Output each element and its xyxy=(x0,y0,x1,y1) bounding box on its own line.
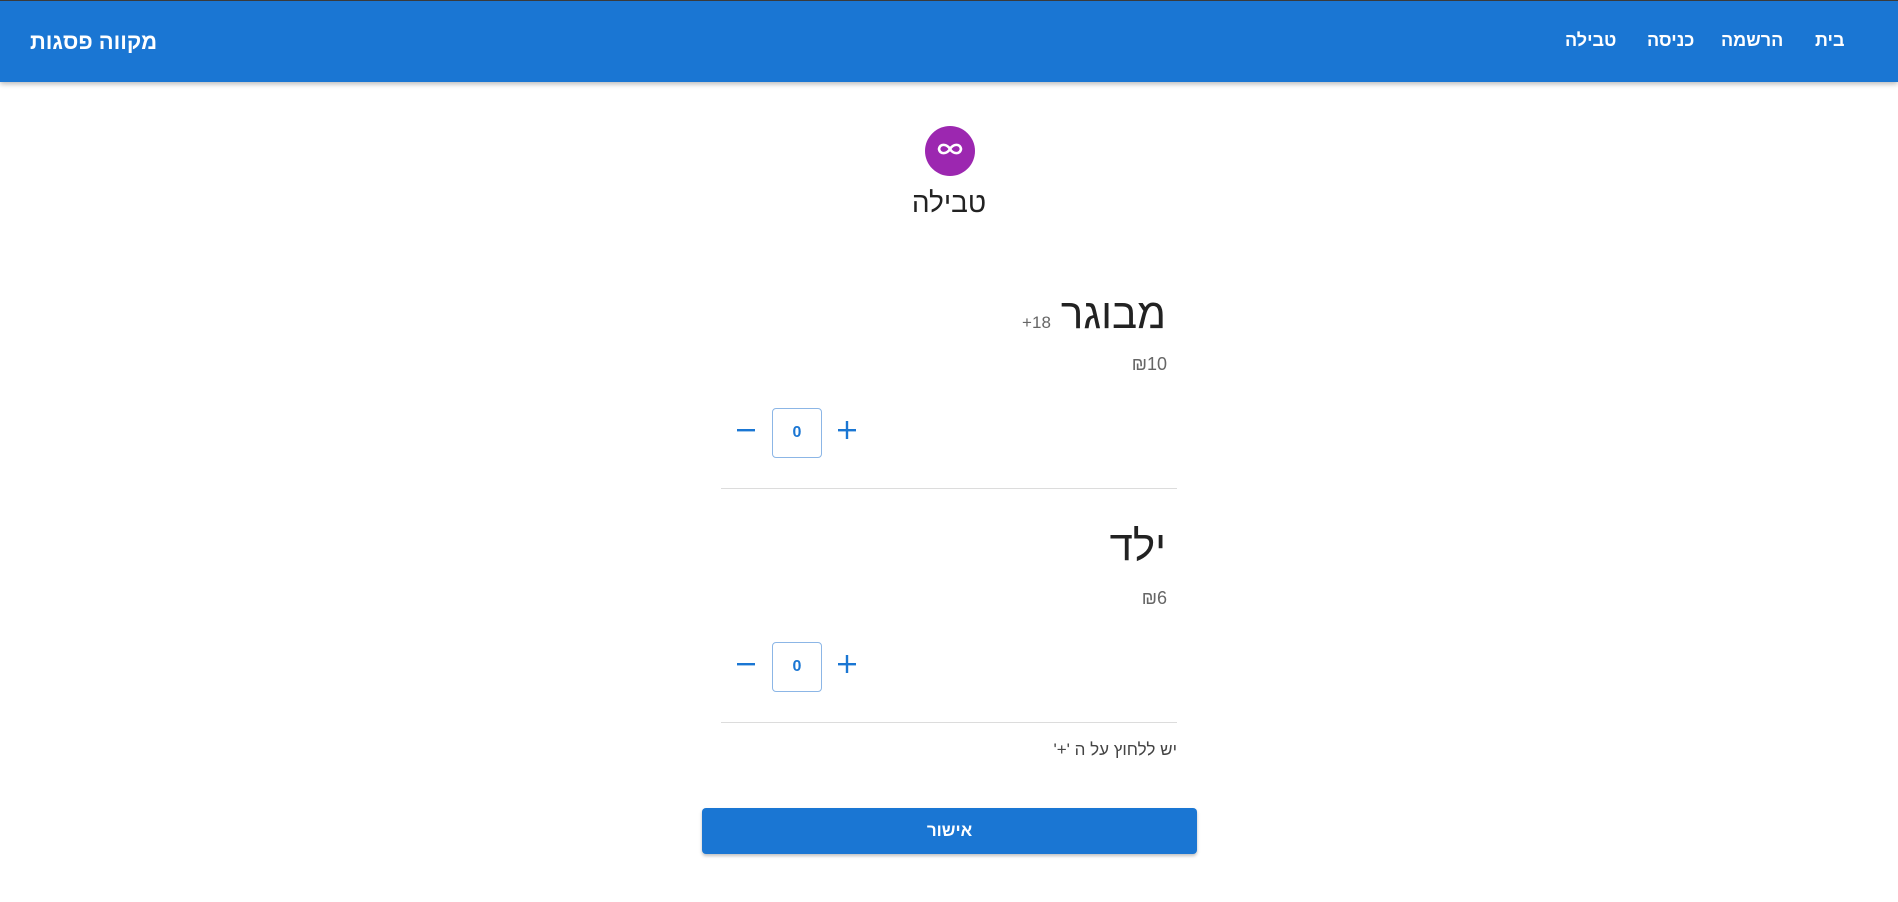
quantity-field[interactable]: 0 xyxy=(772,408,822,458)
divider xyxy=(721,722,1177,723)
item-name: מבוגר xyxy=(1060,290,1166,337)
nav-item-immersion[interactable]: טבילה xyxy=(1565,30,1616,51)
plus-icon xyxy=(837,654,857,679)
nav-item-register[interactable]: הרשמה xyxy=(1721,30,1783,51)
brand-title: מקווה פסגות xyxy=(30,29,158,54)
divider xyxy=(721,488,1177,489)
plus-icon xyxy=(837,420,857,445)
increment-button[interactable] xyxy=(829,414,865,450)
minus-icon xyxy=(736,654,756,679)
hint-text: יש ללחוץ על ה '+' xyxy=(1053,740,1178,759)
decrement-button[interactable] xyxy=(728,648,764,684)
item-age-note: 18+ xyxy=(1022,313,1051,332)
item-price: ₪10 xyxy=(1131,354,1167,374)
nav-item-home[interactable]: בית xyxy=(1815,30,1845,51)
page-title: טבילה xyxy=(911,187,987,218)
item-price: ₪6 xyxy=(1141,588,1167,608)
app-bar: מקווה פסגות בית הרשמה כניסה טבילה xyxy=(0,0,1898,82)
item-title-child: ילד xyxy=(1110,522,1166,570)
avatar xyxy=(925,126,975,176)
infinity-icon xyxy=(935,141,965,162)
confirm-button[interactable]: אישור xyxy=(702,808,1197,854)
minus-icon xyxy=(736,420,756,445)
quantity-field[interactable]: 0 xyxy=(772,642,822,692)
increment-button[interactable] xyxy=(829,648,865,684)
decrement-button[interactable] xyxy=(728,414,764,450)
item-title-adult: מבוגר 18+ xyxy=(1022,290,1166,338)
nav-item-login[interactable]: כניסה xyxy=(1647,30,1694,51)
item-name: ילד xyxy=(1109,522,1166,569)
